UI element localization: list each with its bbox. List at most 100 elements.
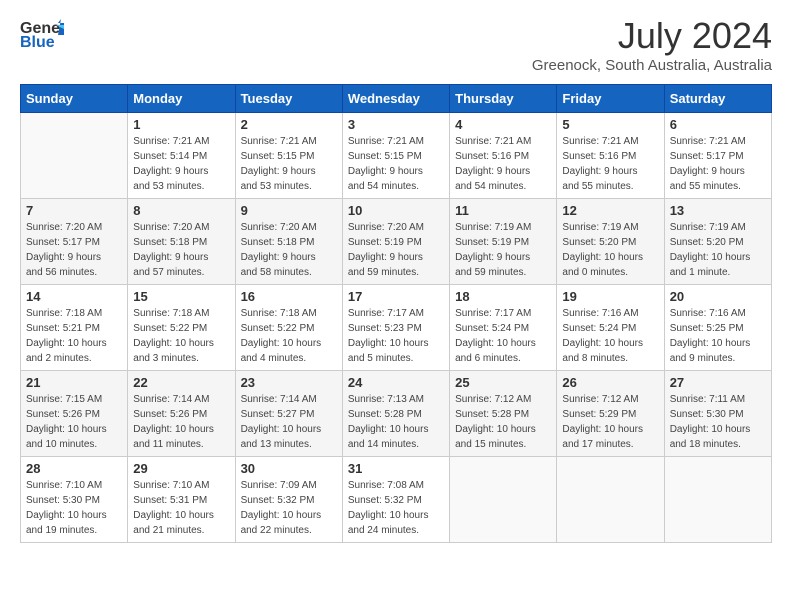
page-header: General Blue July 2024 Greenock, South A… <box>20 15 772 74</box>
calendar-cell <box>664 457 771 543</box>
calendar-table: SundayMondayTuesdayWednesdayThursdayFrid… <box>20 84 772 543</box>
day-info: Sunrise: 7:18 AM Sunset: 5:22 PM Dayligh… <box>133 306 229 366</box>
day-number: 14 <box>26 289 122 304</box>
day-info: Sunrise: 7:20 AM Sunset: 5:18 PM Dayligh… <box>241 220 337 280</box>
day-info: Sunrise: 7:20 AM Sunset: 5:18 PM Dayligh… <box>133 220 229 280</box>
day-number: 7 <box>26 203 122 218</box>
logo-area: General Blue <box>20 15 64 51</box>
day-number: 19 <box>562 289 658 304</box>
day-info: Sunrise: 7:21 AM Sunset: 5:14 PM Dayligh… <box>133 134 229 194</box>
day-info: Sunrise: 7:20 AM Sunset: 5:17 PM Dayligh… <box>26 220 122 280</box>
day-number: 30 <box>241 461 337 476</box>
calendar-cell: 8 Sunrise: 7:20 AM Sunset: 5:18 PM Daylig… <box>128 199 235 285</box>
svg-text:Blue: Blue <box>20 34 55 51</box>
calendar-cell: 18 Sunrise: 7:17 AM Sunset: 5:24 PM Dayli… <box>450 285 557 371</box>
weekday-header-wednesday: Wednesday <box>342 85 449 113</box>
day-info: Sunrise: 7:19 AM Sunset: 5:20 PM Dayligh… <box>562 220 658 280</box>
day-number: 18 <box>455 289 551 304</box>
calendar-cell <box>21 113 128 199</box>
day-number: 15 <box>133 289 229 304</box>
calendar-week-4: 21 Sunrise: 7:15 AM Sunset: 5:26 PM Dayli… <box>21 371 772 457</box>
calendar-cell: 21 Sunrise: 7:15 AM Sunset: 5:26 PM Dayli… <box>21 371 128 457</box>
calendar-cell: 19Sunrise: 7:16 AM Sunset: 5:24 PM Dayli… <box>557 285 664 371</box>
calendar-cell: 30 Sunrise: 7:09 AM Sunset: 5:32 PM Dayli… <box>235 457 342 543</box>
calendar-cell: 15 Sunrise: 7:18 AM Sunset: 5:22 PM Dayli… <box>128 285 235 371</box>
day-info: Sunrise: 7:14 AM Sunset: 5:26 PM Dayligh… <box>133 392 229 452</box>
day-number: 16 <box>241 289 337 304</box>
calendar-cell: 23Sunrise: 7:14 AM Sunset: 5:27 PM Dayli… <box>235 371 342 457</box>
calendar-week-2: 7 Sunrise: 7:20 AM Sunset: 5:17 PM Daylig… <box>21 199 772 285</box>
month-title: July 2024 <box>532 15 772 57</box>
day-info: Sunrise: 7:18 AM Sunset: 5:21 PM Dayligh… <box>26 306 122 366</box>
day-number: 5 <box>562 117 658 132</box>
day-info: Sunrise: 7:14 AM Sunset: 5:27 PM Dayligh… <box>241 392 337 452</box>
day-info: Sunrise: 7:12 AM Sunset: 5:29 PM Dayligh… <box>562 392 658 452</box>
calendar-cell: 20Sunrise: 7:16 AM Sunset: 5:25 PM Dayli… <box>664 285 771 371</box>
day-info: Sunrise: 7:10 AM Sunset: 5:30 PM Dayligh… <box>26 478 122 538</box>
weekday-header-saturday: Saturday <box>664 85 771 113</box>
day-info: Sunrise: 7:13 AM Sunset: 5:28 PM Dayligh… <box>348 392 444 452</box>
calendar-cell <box>557 457 664 543</box>
day-info: Sunrise: 7:17 AM Sunset: 5:24 PM Dayligh… <box>455 306 551 366</box>
calendar-week-3: 14 Sunrise: 7:18 AM Sunset: 5:21 PM Dayli… <box>21 285 772 371</box>
day-info: Sunrise: 7:21 AM Sunset: 5:15 PM Dayligh… <box>348 134 444 194</box>
day-number: 4 <box>455 117 551 132</box>
logo-icon: General Blue <box>20 15 64 51</box>
weekday-header-friday: Friday <box>557 85 664 113</box>
day-number: 28 <box>26 461 122 476</box>
calendar-cell: 26Sunrise: 7:12 AM Sunset: 5:29 PM Dayli… <box>557 371 664 457</box>
day-number: 11 <box>455 203 551 218</box>
calendar-week-5: 28 Sunrise: 7:10 AM Sunset: 5:30 PM Dayli… <box>21 457 772 543</box>
weekday-header-thursday: Thursday <box>450 85 557 113</box>
calendar-cell: 6 Sunrise: 7:21 AM Sunset: 5:17 PM Daylig… <box>664 113 771 199</box>
calendar-cell: 13Sunrise: 7:19 AM Sunset: 5:20 PM Dayli… <box>664 199 771 285</box>
day-number: 8 <box>133 203 229 218</box>
day-info: Sunrise: 7:19 AM Sunset: 5:19 PM Dayligh… <box>455 220 551 280</box>
calendar-cell: 27 Sunrise: 7:11 AM Sunset: 5:30 PM Dayli… <box>664 371 771 457</box>
day-number: 24 <box>348 375 444 390</box>
day-info: Sunrise: 7:09 AM Sunset: 5:32 PM Dayligh… <box>241 478 337 538</box>
calendar-cell: 28 Sunrise: 7:10 AM Sunset: 5:30 PM Dayli… <box>21 457 128 543</box>
day-number: 6 <box>670 117 766 132</box>
calendar-cell: 25Sunrise: 7:12 AM Sunset: 5:28 PM Dayli… <box>450 371 557 457</box>
day-info: Sunrise: 7:10 AM Sunset: 5:31 PM Dayligh… <box>133 478 229 538</box>
day-number: 2 <box>241 117 337 132</box>
day-info: Sunrise: 7:15 AM Sunset: 5:26 PM Dayligh… <box>26 392 122 452</box>
calendar-cell: 7 Sunrise: 7:20 AM Sunset: 5:17 PM Daylig… <box>21 199 128 285</box>
calendar-cell: 31 Sunrise: 7:08 AM Sunset: 5:32 PM Dayli… <box>342 457 449 543</box>
calendar-cell: 29 Sunrise: 7:10 AM Sunset: 5:31 PM Dayli… <box>128 457 235 543</box>
day-number: 25 <box>455 375 551 390</box>
day-number: 9 <box>241 203 337 218</box>
day-number: 21 <box>26 375 122 390</box>
calendar-cell: 1Sunrise: 7:21 AM Sunset: 5:14 PM Daylig… <box>128 113 235 199</box>
calendar-cell: 14 Sunrise: 7:18 AM Sunset: 5:21 PM Dayli… <box>21 285 128 371</box>
day-info: Sunrise: 7:11 AM Sunset: 5:30 PM Dayligh… <box>670 392 766 452</box>
calendar-cell: 10 Sunrise: 7:20 AM Sunset: 5:19 PM Dayli… <box>342 199 449 285</box>
day-info: Sunrise: 7:08 AM Sunset: 5:32 PM Dayligh… <box>348 478 444 538</box>
calendar-cell: 11 Sunrise: 7:19 AM Sunset: 5:19 PM Dayli… <box>450 199 557 285</box>
day-number: 20 <box>670 289 766 304</box>
calendar-cell: 4 Sunrise: 7:21 AM Sunset: 5:16 PM Daylig… <box>450 113 557 199</box>
day-info: Sunrise: 7:21 AM Sunset: 5:16 PM Dayligh… <box>562 134 658 194</box>
day-number: 17 <box>348 289 444 304</box>
weekday-header-tuesday: Tuesday <box>235 85 342 113</box>
day-info: Sunrise: 7:21 AM Sunset: 5:16 PM Dayligh… <box>455 134 551 194</box>
day-number: 31 <box>348 461 444 476</box>
weekday-header-sunday: Sunday <box>21 85 128 113</box>
day-number: 12 <box>562 203 658 218</box>
day-number: 29 <box>133 461 229 476</box>
calendar-cell: 3Sunrise: 7:21 AM Sunset: 5:15 PM Daylig… <box>342 113 449 199</box>
day-number: 10 <box>348 203 444 218</box>
calendar-cell: 12 Sunrise: 7:19 AM Sunset: 5:20 PM Dayli… <box>557 199 664 285</box>
day-info: Sunrise: 7:20 AM Sunset: 5:19 PM Dayligh… <box>348 220 444 280</box>
calendar-header-row: SundayMondayTuesdayWednesdayThursdayFrid… <box>21 85 772 113</box>
day-info: Sunrise: 7:21 AM Sunset: 5:17 PM Dayligh… <box>670 134 766 194</box>
calendar-body: 1Sunrise: 7:21 AM Sunset: 5:14 PM Daylig… <box>21 113 772 543</box>
calendar-cell: 2Sunrise: 7:21 AM Sunset: 5:15 PM Daylig… <box>235 113 342 199</box>
calendar-week-1: 1Sunrise: 7:21 AM Sunset: 5:14 PM Daylig… <box>21 113 772 199</box>
calendar-cell: 24 Sunrise: 7:13 AM Sunset: 5:28 PM Dayli… <box>342 371 449 457</box>
calendar-cell <box>450 457 557 543</box>
day-number: 27 <box>670 375 766 390</box>
day-info: Sunrise: 7:18 AM Sunset: 5:22 PM Dayligh… <box>241 306 337 366</box>
calendar-cell: 17Sunrise: 7:17 AM Sunset: 5:23 PM Dayli… <box>342 285 449 371</box>
